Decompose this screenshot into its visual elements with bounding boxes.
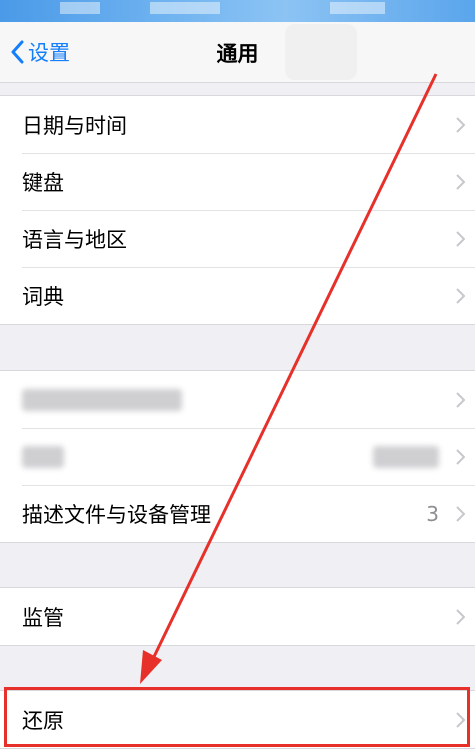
- list-item-redacted[interactable]: [0, 428, 475, 485]
- list-item-language-region[interactable]: 语言与地区: [0, 210, 475, 267]
- list-item-label: 键盘: [22, 170, 64, 195]
- annotation-arrow-head: [140, 650, 162, 684]
- list-item-redacted[interactable]: [0, 371, 475, 428]
- list-item-keyboard[interactable]: 键盘: [0, 153, 475, 210]
- status-bar-blur: [60, 2, 100, 14]
- chevron-right-icon: [456, 608, 465, 625]
- list-item-date-time[interactable]: 日期与时间: [0, 96, 475, 153]
- profile-count: 3: [426, 501, 439, 526]
- redacted-label: [22, 445, 64, 468]
- list-item-label: 语言与地区: [22, 227, 127, 252]
- chevron-right-icon: [456, 448, 465, 465]
- chevron-right-icon: [456, 287, 465, 304]
- chevron-right-icon: [456, 230, 465, 247]
- list-item-label: 词典: [22, 284, 64, 309]
- status-bar-blur: [330, 2, 385, 14]
- status-bar: [0, 0, 475, 22]
- redacted-value: [373, 445, 439, 468]
- chevron-right-icon: [456, 391, 465, 408]
- list-item-label: 监管: [22, 605, 64, 630]
- chevron-right-icon: [456, 116, 465, 133]
- page-title: 通用: [216, 42, 259, 66]
- navigation-bar: 设置 通用: [0, 22, 475, 83]
- chevron-right-icon: [456, 505, 465, 522]
- settings-group-device: 描述文件与设备管理 3: [0, 370, 475, 543]
- list-item-supervision[interactable]: 监管: [0, 588, 475, 645]
- chevron-right-icon: [456, 173, 465, 190]
- annotation-highlight-box: [4, 687, 470, 747]
- list-item-profiles-device-management[interactable]: 描述文件与设备管理 3: [0, 485, 475, 542]
- settings-group-general: 日期与时间 键盘 语言与地区 词典: [0, 95, 475, 325]
- list-item-label: 描述文件与设备管理: [22, 502, 211, 527]
- settings-group-supervision: 监管: [0, 587, 475, 646]
- status-bar-blur: [150, 2, 220, 14]
- list-item-label: 日期与时间: [22, 113, 127, 138]
- redacted-label: [22, 388, 182, 411]
- list-item-dictionary[interactable]: 词典: [0, 267, 475, 324]
